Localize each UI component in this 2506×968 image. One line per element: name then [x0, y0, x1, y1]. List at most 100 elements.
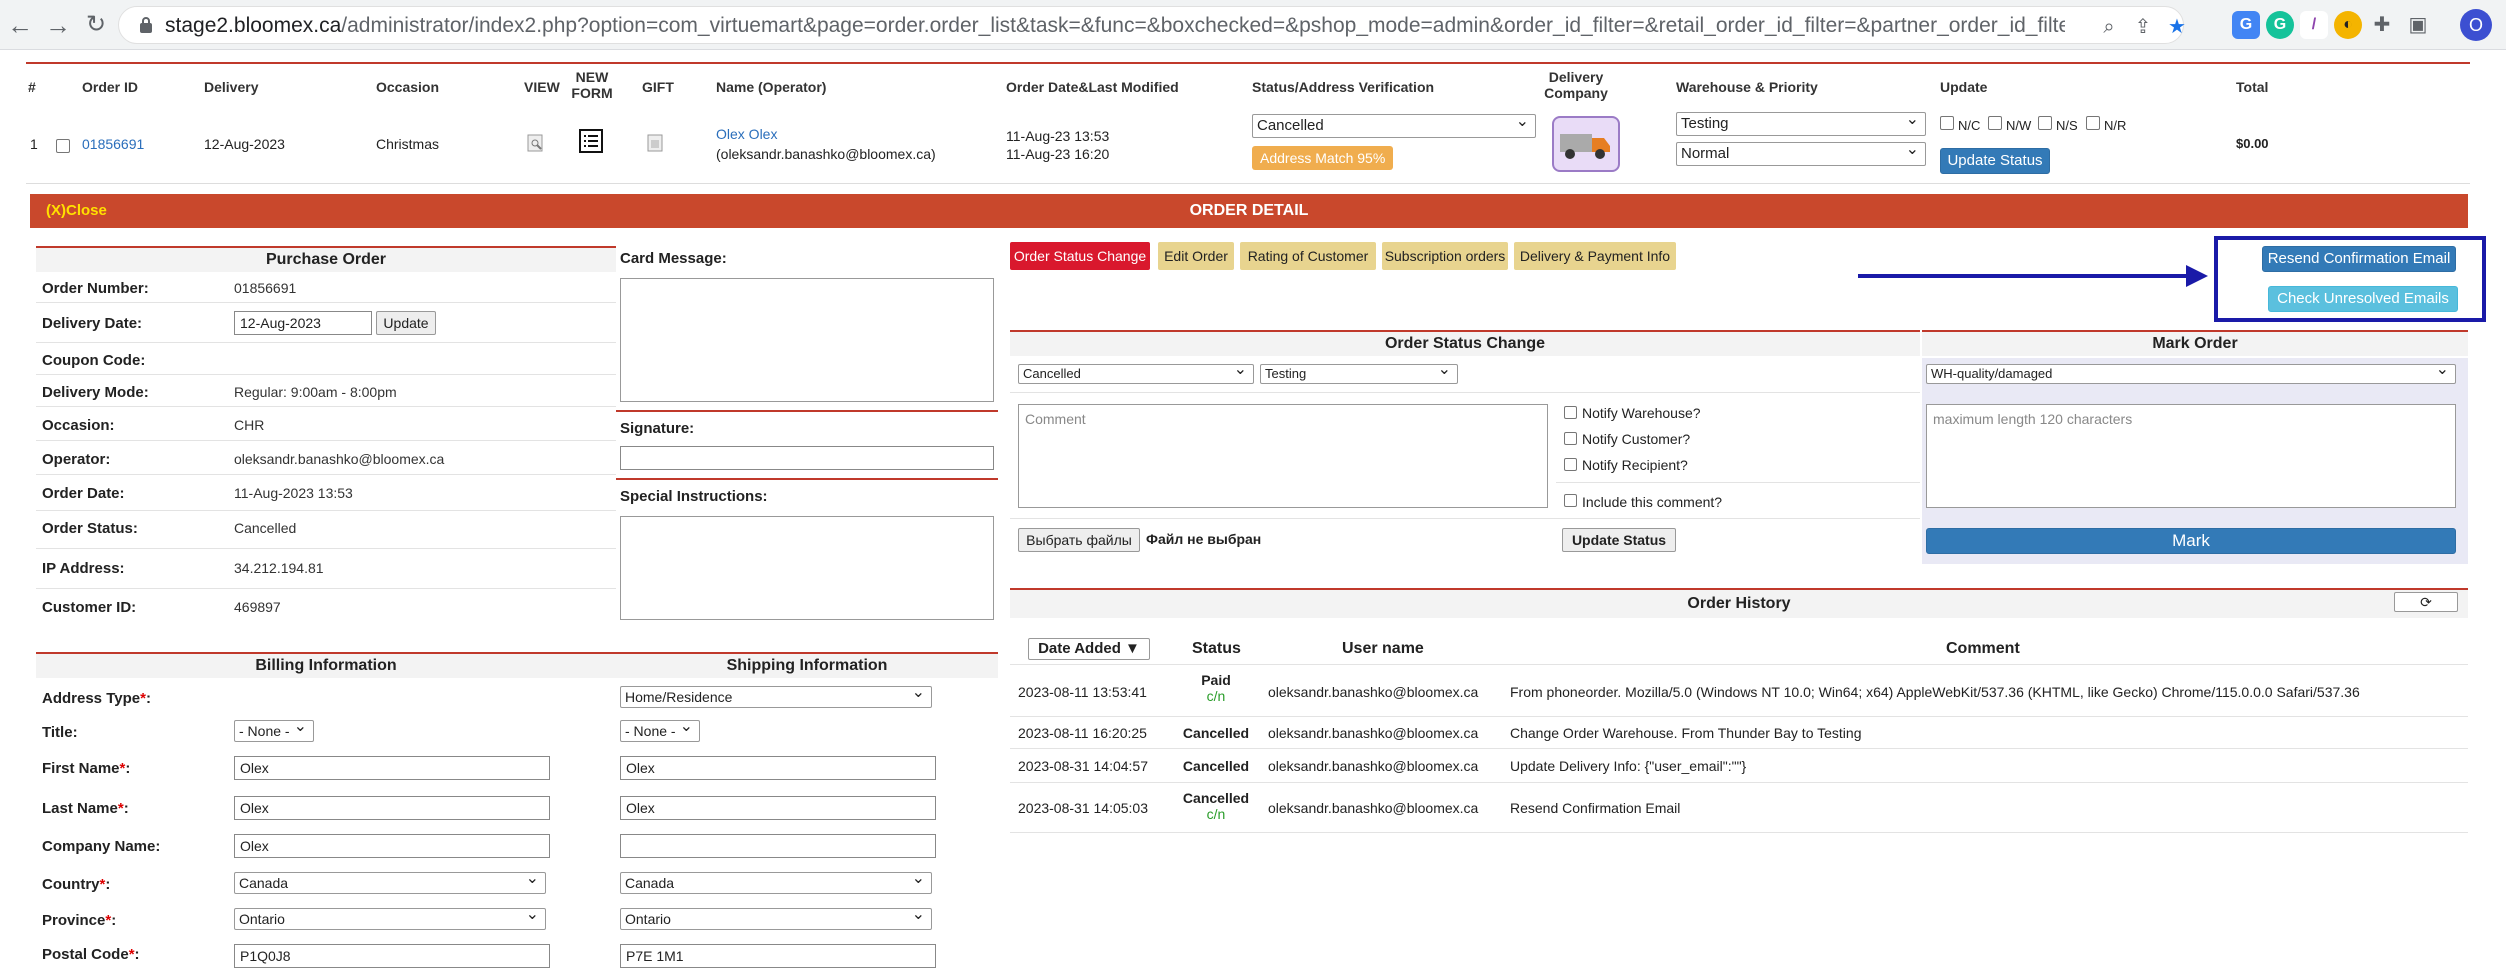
special-instructions-textarea[interactable] [620, 516, 994, 620]
notify-recipient-label: Notify Recipient? [1582, 457, 1688, 473]
status-change-select[interactable]: Cancelled [1018, 361, 1254, 384]
mark-order-select[interactable]: WH-quality/damaged [1926, 361, 2456, 384]
order-id-link[interactable]: 01856691 [82, 136, 144, 152]
shipping-address-type-select[interactable]: Home/Residence [620, 683, 932, 708]
last-name-label: Last Name*: [42, 800, 129, 817]
col-warehouse: Warehouse & Priority [1676, 79, 1818, 95]
nw-label: N/W [2006, 118, 2032, 133]
nc-checkbox[interactable] [1940, 116, 1954, 130]
status-comment-textarea[interactable]: Comment [1018, 404, 1548, 508]
pen-extension-icon[interactable]: / [2300, 11, 2328, 39]
row-divider [1010, 518, 1920, 519]
shipping-postal-input[interactable]: P7E 1M1 [620, 944, 936, 968]
history-comment: Resend Confirmation Email [1510, 800, 1681, 816]
shipping-title-select[interactable]: - None - [620, 717, 700, 742]
row-checkbox[interactable] [56, 139, 70, 153]
share-icon[interactable]: ⇪ [2131, 15, 2155, 39]
signature-input[interactable] [620, 446, 994, 470]
coupon-code-label: Coupon Code: [42, 352, 146, 369]
delivery-date-input[interactable]: 12-Aug-2023 [234, 311, 372, 335]
color-extension-icon[interactable]: ◐ [2334, 11, 2362, 39]
notify-customer-checkbox[interactable] [1564, 432, 1577, 445]
status-warehouse-select[interactable]: Testing [1260, 361, 1458, 384]
zoom-icon[interactable]: ⌕ [2097, 15, 2121, 39]
order-status-change-title: Order Status Change [1010, 330, 1920, 356]
choose-files-button[interactable]: Выбрать файлы [1018, 528, 1140, 552]
nw-checkbox[interactable] [1988, 116, 2002, 130]
notify-recipient-checkbox[interactable] [1564, 458, 1577, 471]
side-panel-icon[interactable]: ▣ [2404, 11, 2432, 39]
update-status-button[interactable]: Update Status [1562, 528, 1676, 552]
mark-order-textarea[interactable]: maximum length 120 characters [1926, 404, 2456, 508]
section-divider [616, 478, 998, 480]
gift-icon[interactable] [646, 132, 666, 154]
shipping-company-input[interactable] [620, 834, 936, 858]
country-label: Country*: [42, 876, 111, 893]
delivery-truck-icon[interactable] [1552, 116, 1620, 172]
address-match-badge: Address Match 95% [1252, 146, 1394, 170]
row-divider [36, 588, 616, 589]
card-message-textarea[interactable] [620, 278, 994, 402]
history-user: oleksandr.banashko@bloomex.ca [1268, 800, 1479, 816]
tab-delivery-payment-info[interactable]: Delivery & Payment Info [1514, 242, 1676, 270]
tab-order-status-change[interactable]: Order Status Change [1010, 242, 1150, 270]
back-icon[interactable]: ← [4, 9, 36, 41]
shipping-province-select[interactable]: Ontario [620, 905, 932, 930]
view-icon[interactable] [526, 132, 546, 154]
customer-id-link[interactable]: 469897 [234, 599, 281, 615]
row-divider [1010, 748, 2468, 749]
shipping-country-select[interactable]: Canada [620, 869, 932, 894]
customer-name-link[interactable]: Olex Olex [716, 126, 777, 142]
billing-first-name-input[interactable]: Olex [234, 756, 550, 780]
profile-avatar[interactable]: O [2460, 9, 2492, 41]
billing-province-select[interactable]: Ontario [234, 905, 546, 930]
reload-icon[interactable]: ↻ [80, 9, 112, 41]
close-link[interactable]: (X)Close [46, 194, 107, 228]
address-bar[interactable]: stage2.bloomex.ca/administrator/index2.p… [118, 6, 2186, 44]
col-view: VIEW [524, 79, 560, 95]
history-comment: From phoneorder. Mozilla/5.0 (Windows NT… [1510, 684, 2360, 700]
annotation-arrow-head [2186, 265, 2208, 287]
translate-extension-icon[interactable]: G [2232, 11, 2260, 39]
priority-select[interactable]: Normal [1676, 139, 1926, 166]
occasion-value: CHR [234, 417, 265, 433]
mark-button[interactable]: Mark [1926, 528, 2456, 554]
warehouse-select[interactable]: Testing [1676, 109, 1926, 136]
ns-checkbox[interactable] [2038, 116, 2052, 130]
tab-rating-of-customer[interactable]: Rating of Customer [1240, 242, 1376, 270]
extensions-puzzle-icon[interactable]: ✚ [2368, 11, 2396, 39]
grammarly-extension-icon[interactable]: G [2266, 11, 2294, 39]
forward-icon[interactable]: → [42, 9, 74, 41]
include-comment-checkbox[interactable] [1564, 494, 1577, 507]
billing-postal-input[interactable]: P1Q0J8 [234, 944, 550, 968]
billing-last-name-input[interactable]: Olex [234, 796, 550, 820]
shipping-last-name-input[interactable]: Olex [620, 796, 936, 820]
browser-toolbar: ← → ↻ stage2.bloomex.ca/administrator/in… [0, 0, 2506, 50]
annotation-highlight-box [2214, 236, 2486, 322]
row-divider [36, 374, 616, 375]
order-detail-title: ORDER DETAIL [1189, 202, 1309, 219]
col-delivery: Delivery [204, 79, 259, 95]
billing-title-select[interactable]: - None - [234, 717, 314, 742]
history-status: Paid c/n [1201, 672, 1231, 704]
tab-edit-order[interactable]: Edit Order [1158, 242, 1234, 270]
date-added-sort-button[interactable]: Date Added ▼ [1028, 638, 1150, 660]
refresh-history-button[interactable]: ⟳ [2394, 592, 2458, 612]
order-status-select[interactable]: Cancelled [1252, 111, 1536, 138]
row-divider [1010, 716, 2468, 717]
row-divider [36, 302, 616, 303]
row-divider [36, 548, 616, 549]
delivery-date-update-button[interactable]: Update [376, 311, 436, 335]
billing-company-input[interactable]: Olex [234, 834, 550, 858]
new-form-icon[interactable] [578, 128, 604, 154]
operator-value: oleksandr.banashko@bloomex.ca [234, 451, 445, 467]
row-update-status-button[interactable]: Update Status [1940, 148, 2050, 174]
history-user: oleksandr.banashko@bloomex.ca [1268, 725, 1479, 741]
nr-checkbox[interactable] [2086, 116, 2100, 130]
col-occasion: Occasion [376, 79, 440, 95]
bookmark-star-icon[interactable]: ★ [2165, 15, 2189, 39]
notify-warehouse-checkbox[interactable] [1564, 406, 1577, 419]
tab-subscription-orders[interactable]: Subscription orders [1382, 242, 1508, 270]
billing-country-select[interactable]: Canada [234, 869, 546, 894]
shipping-first-name-input[interactable]: Olex [620, 756, 936, 780]
